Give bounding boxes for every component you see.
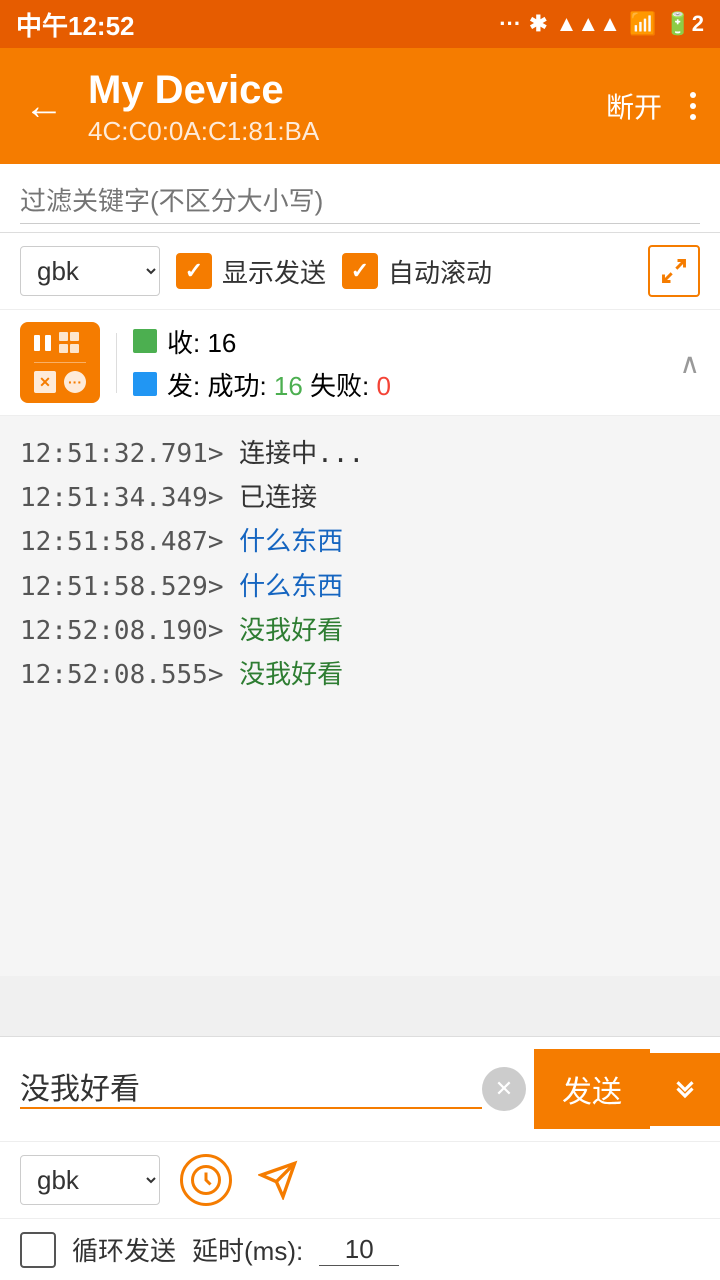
signal-dots-icon: ···	[499, 11, 521, 37]
filter-input[interactable]	[20, 180, 700, 224]
loop-label: 循环发送	[72, 1231, 176, 1268]
signal-bars-icon: ▲▲▲	[556, 11, 621, 37]
app-bar-actions: 断开	[602, 78, 704, 134]
timer-button[interactable]	[180, 1154, 232, 1206]
status-time: 中午12:52	[16, 6, 135, 43]
stats-action-buttons[interactable]: ✕ ···	[20, 322, 100, 403]
recv-stat: 收: 16	[133, 323, 391, 360]
fullscreen-button[interactable]	[648, 245, 700, 297]
log-area: 12:51:32.791> 连接中...12:51:34.349> 已连接12:…	[0, 416, 720, 976]
delete-icon: ✕	[34, 371, 56, 393]
collapse-button[interactable]	[680, 344, 701, 381]
status-icons: ··· ✱ ▲▲▲ 📶 🔋2	[499, 11, 704, 37]
battery-icon: 🔋2	[664, 11, 704, 37]
loop-row: 循环发送 延时(ms):	[0, 1219, 720, 1280]
controls-row: gbk 显示发送 自动滚动	[0, 233, 720, 310]
encoding-select-bottom[interactable]: gbk	[20, 1155, 160, 1205]
bottom-controls: gbk	[0, 1142, 720, 1219]
stats-divider	[116, 333, 117, 393]
app-bar: My Device 4C:C0:0A:C1:81:BA 断开	[0, 48, 720, 164]
send-stat: 发: 成功: 16 失败: 0	[133, 366, 391, 403]
wifi-icon: 📶	[629, 11, 656, 37]
device-mac: 4C:C0:0A:C1:81:BA	[88, 116, 586, 147]
send-label: 发: 成功: 16 失败: 0	[167, 366, 391, 403]
back-button[interactable]	[16, 76, 72, 137]
delay-label: 延时(ms):	[192, 1231, 303, 1268]
send-button[interactable]: 发送	[534, 1049, 650, 1129]
log-line: 12:51:58.487> 什么东西	[20, 520, 700, 564]
show-send-checkbox[interactable]	[176, 253, 212, 289]
send-row: ✕ 发送	[0, 1037, 720, 1142]
log-line: 12:51:34.349> 已连接	[20, 476, 700, 520]
auto-scroll-label: 自动滚动	[388, 253, 492, 290]
send-fail-count: 0	[377, 371, 391, 401]
pause-icon	[34, 335, 51, 351]
device-title-area: My Device 4C:C0:0A:C1:81:BA	[88, 66, 586, 147]
auto-scroll-checkbox[interactable]	[342, 253, 378, 289]
send-success-count: 16	[274, 371, 303, 401]
send-history-button[interactable]	[252, 1154, 304, 1206]
show-send-label: 显示发送	[222, 253, 326, 290]
clear-log-icon: ···	[64, 371, 86, 393]
device-title: My Device	[88, 66, 586, 114]
bluetooth-icon: ✱	[529, 11, 547, 37]
send-input-wrap	[20, 1069, 482, 1109]
filter-row	[0, 164, 720, 233]
loop-send-checkbox[interactable]	[20, 1232, 56, 1268]
show-send-group: 显示发送	[176, 253, 326, 290]
bottom-area: ✕ 发送 gbk 循环发送 延时(ms):	[0, 1036, 720, 1280]
status-bar: 中午12:52 ··· ✱ ▲▲▲ 📶 🔋2	[0, 0, 720, 48]
recv-label: 收: 16	[167, 323, 236, 360]
log-line: 12:51:58.529> 什么东西	[20, 565, 700, 609]
clear-input-button[interactable]: ✕	[482, 1067, 526, 1111]
recv-badge	[133, 329, 157, 353]
expand-history-button[interactable]	[650, 1053, 720, 1126]
send-badge	[133, 372, 157, 396]
disconnect-button[interactable]: 断开	[602, 78, 666, 134]
stats-text: 收: 16 发: 成功: 16 失败: 0	[133, 323, 391, 403]
log-line: 12:51:32.791> 连接中...	[20, 432, 700, 476]
send-input[interactable]	[20, 1069, 482, 1103]
encoding-select-top[interactable]: gbk	[20, 246, 160, 296]
delay-input[interactable]	[319, 1234, 399, 1266]
grid-icon	[59, 332, 81, 354]
more-menu-button[interactable]	[682, 84, 704, 128]
log-line: 12:52:08.190> 没我好看	[20, 609, 700, 653]
auto-scroll-group: 自动滚动	[342, 253, 492, 290]
log-line: 12:52:08.555> 没我好看	[20, 653, 700, 697]
stats-row: ✕ ··· 收: 16 发: 成功: 16 失败: 0	[0, 310, 720, 416]
